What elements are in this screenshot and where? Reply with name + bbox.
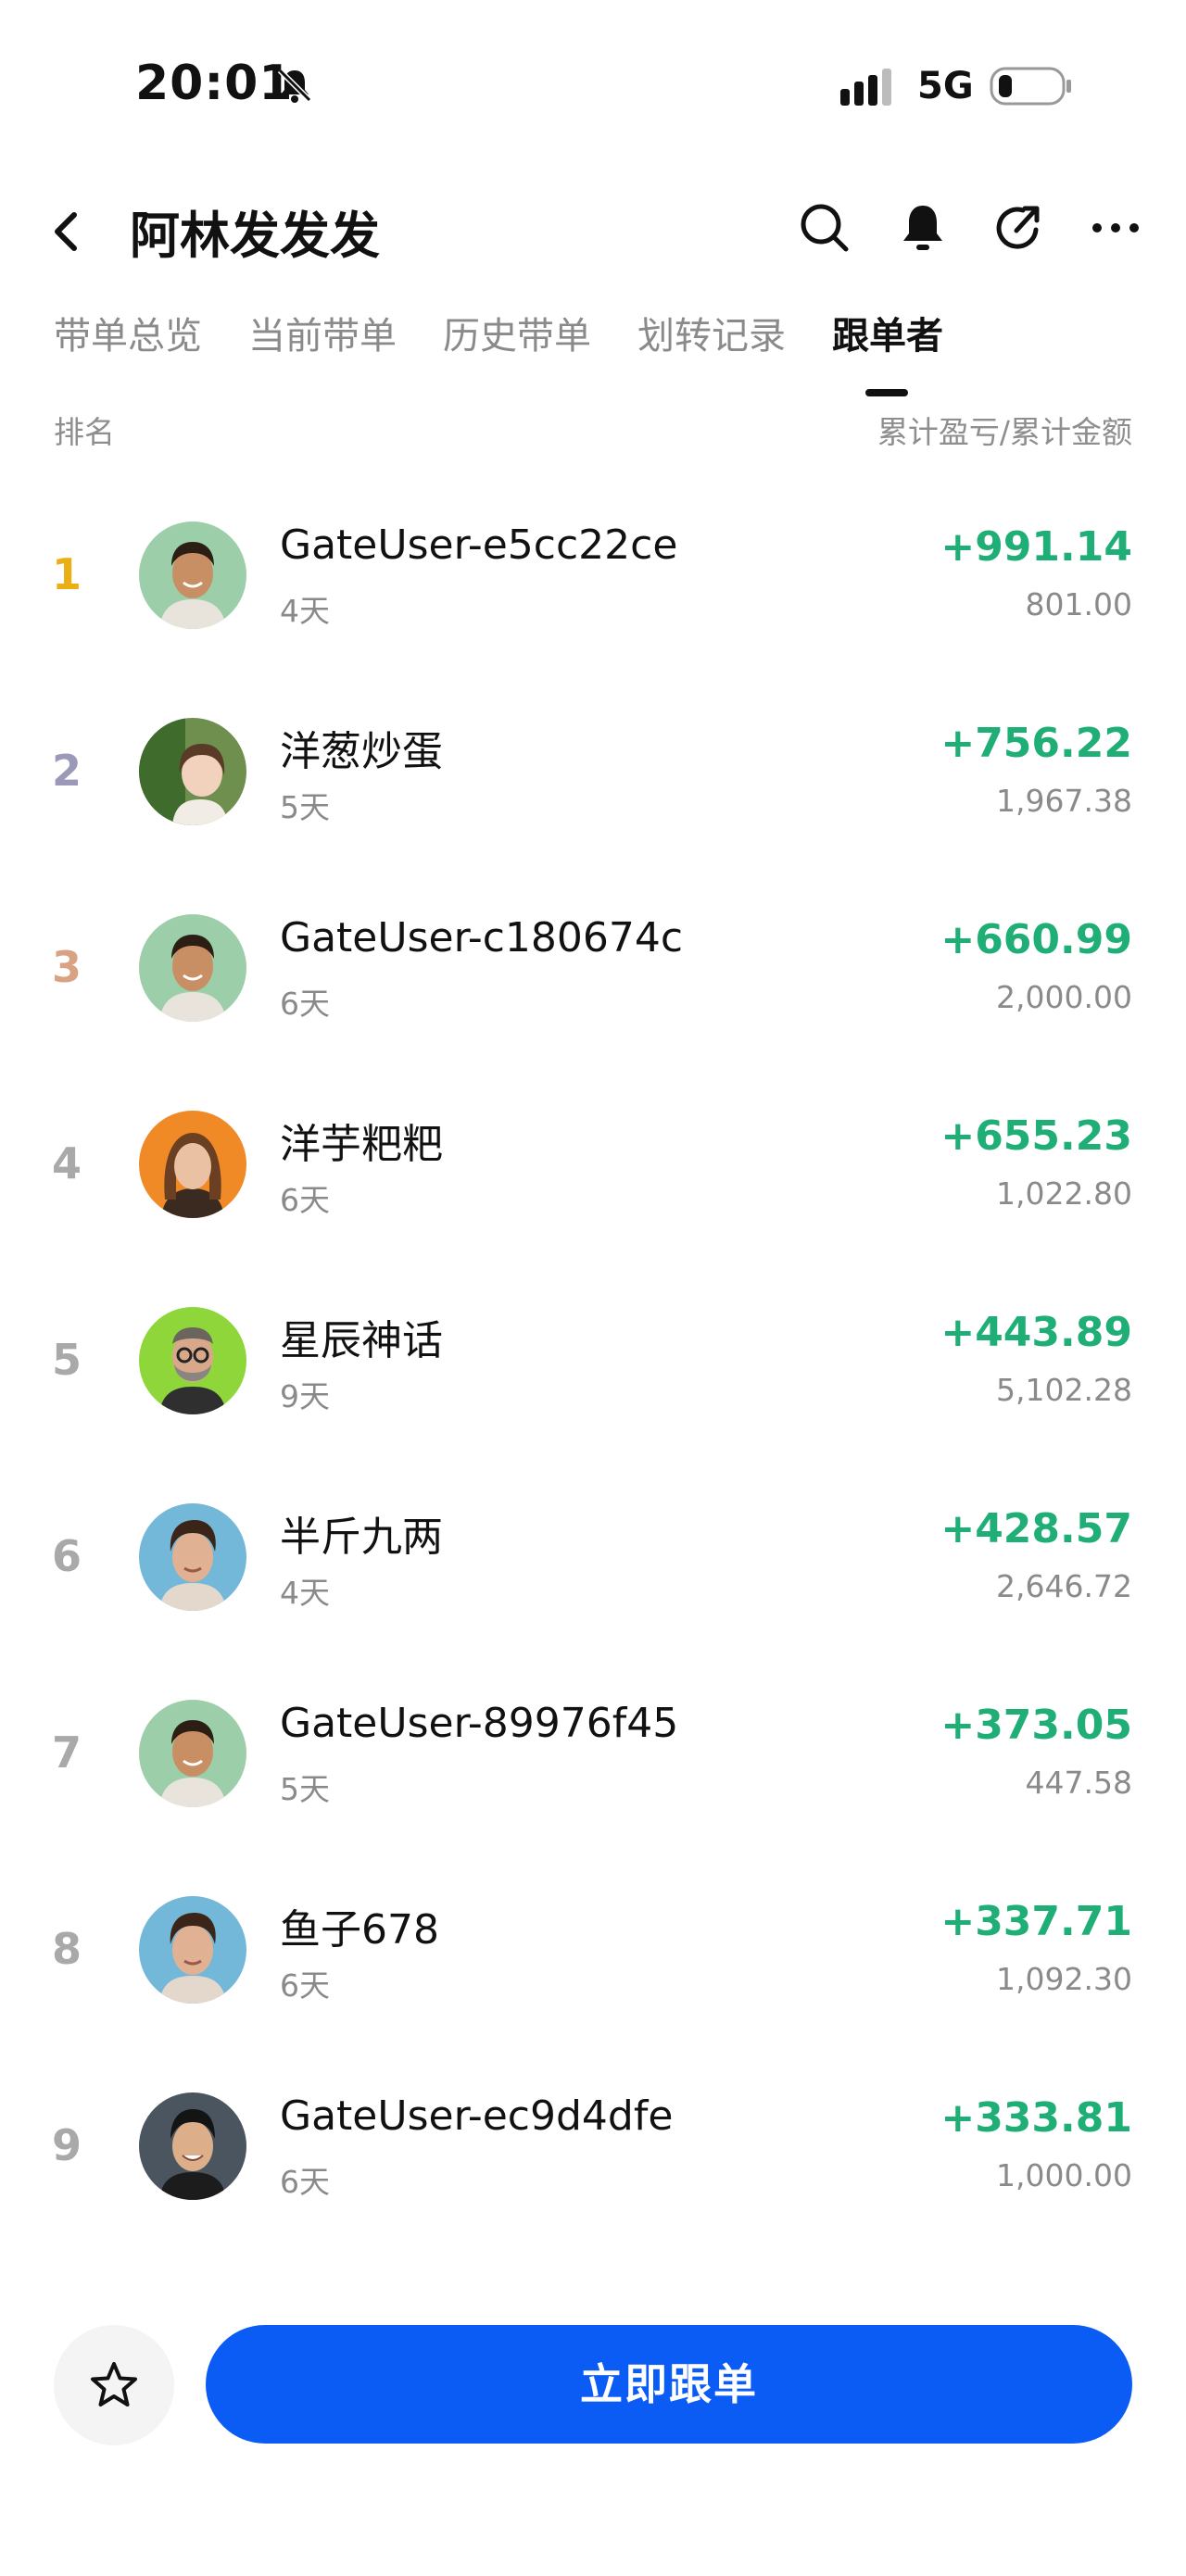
follow-days: 6天 <box>280 986 330 1022</box>
tab-bar: 带单总览 当前带单 历史带单 划转记录 跟单者 <box>0 306 1186 398</box>
bottom-action-bar: 立即跟单 <box>0 2306 1186 2455</box>
cumulative-pnl: +655.23 <box>940 1112 1132 1160</box>
rank-number: 1 <box>52 549 82 599</box>
header: 阿林发发发 <box>0 176 1186 315</box>
avatar <box>139 1700 246 1807</box>
cumulative-amount: 1,000.00 <box>996 2157 1132 2193</box>
user-name: 洋葱炒蛋 <box>280 728 443 775</box>
cumulative-amount: 801.00 <box>1025 586 1132 622</box>
follow-days: 4天 <box>280 593 330 629</box>
tab-overview[interactable]: 带单总览 <box>54 306 202 359</box>
rank-number: 6 <box>52 1531 82 1581</box>
rank-number: 3 <box>52 942 82 992</box>
cumulative-amount: 1,967.38 <box>996 783 1132 819</box>
follow-now-button[interactable]: 立即跟单 <box>206 2325 1132 2444</box>
favorite-button[interactable] <box>54 2325 174 2445</box>
cumulative-amount: 5,102.28 <box>996 1372 1132 1408</box>
list-item[interactable]: 1 GateUser-e5cc22ce 4天 +991.14 801.00 <box>0 475 1186 672</box>
avatar <box>139 1896 246 2004</box>
avatar <box>139 718 246 825</box>
cumulative-amount: 1,022.80 <box>996 1175 1132 1212</box>
list-header: 排名 累计盈亏/累计金额 <box>0 408 1186 454</box>
follower-list: 1 GateUser-e5cc22ce 4天 +991.14 801.00 2 <box>0 475 1186 2243</box>
rank-number: 7 <box>52 1728 82 1778</box>
tab-history[interactable]: 历史带单 <box>443 306 591 359</box>
user-name: GateUser-ec9d4dfe <box>280 2092 674 2140</box>
tab-transfer[interactable]: 划转记录 <box>637 306 786 359</box>
pnl-column-label: 累计盈亏/累计金额 <box>877 414 1132 450</box>
star-icon <box>91 2362 137 2406</box>
status-bar: 20:01 5G <box>0 0 1186 176</box>
tab-indicator <box>865 389 908 396</box>
rank-number: 4 <box>52 1138 82 1188</box>
rank-column-label: 排名 <box>54 414 115 450</box>
list-item[interactable]: 2 洋葱炒蛋 5天 +756.22 1,967.38 <box>0 672 1186 868</box>
cumulative-amount: 447.58 <box>1025 1765 1132 1801</box>
cumulative-pnl: +991.14 <box>940 523 1132 571</box>
user-name: GateUser-89976f45 <box>280 1700 679 1747</box>
network-label: 5G <box>917 65 974 107</box>
rank-number: 9 <box>52 2120 82 2170</box>
cumulative-pnl: +337.71 <box>940 1898 1132 1945</box>
follow-days: 5天 <box>280 789 330 825</box>
mute-icon <box>274 65 315 106</box>
cumulative-pnl: +428.57 <box>940 1505 1132 1552</box>
avatar <box>139 2092 246 2200</box>
tab-followers[interactable]: 跟单者 <box>832 306 943 359</box>
follow-days: 6天 <box>280 2164 330 2200</box>
follow-days: 5天 <box>280 1771 330 1807</box>
list-item[interactable]: 9 GateUser-ec9d4dfe 6天 +333.81 1,000.00 <box>0 2046 1186 2243</box>
list-item[interactable]: 8 鱼子678 6天 +337.71 1,092.30 <box>0 1850 1186 2046</box>
cumulative-pnl: +443.89 <box>940 1309 1132 1356</box>
cumulative-pnl: +333.81 <box>940 2094 1132 2142</box>
tab-current[interactable]: 当前带单 <box>248 306 397 359</box>
user-name: 鱼子678 <box>280 1906 439 1954</box>
rank-number: 2 <box>52 746 82 796</box>
rank-number: 5 <box>52 1335 82 1385</box>
list-item[interactable]: 6 半斤九两 4天 +428.57 2,646.72 <box>0 1457 1186 1653</box>
more-icon[interactable] <box>1086 198 1145 258</box>
user-name: 星辰神话 <box>280 1317 443 1364</box>
follow-days: 9天 <box>280 1378 330 1414</box>
avatar <box>139 1503 246 1611</box>
user-name: GateUser-e5cc22ce <box>280 521 678 569</box>
list-item[interactable]: 5 星辰神话 9天 +443.89 5,102.28 <box>0 1261 1186 1457</box>
search-icon[interactable] <box>795 198 854 258</box>
list-item[interactable]: 7 GateUser-89976f45 5天 +373.05 447.58 <box>0 1653 1186 1850</box>
user-name: 洋芋粑粑 <box>280 1121 443 1168</box>
cumulative-pnl: +373.05 <box>940 1702 1132 1749</box>
avatar <box>139 1307 246 1414</box>
follow-days: 4天 <box>280 1575 330 1611</box>
back-icon[interactable] <box>44 204 91 259</box>
follow-days: 6天 <box>280 1967 330 2004</box>
avatar <box>139 521 246 629</box>
cumulative-amount: 1,092.30 <box>996 1961 1132 1997</box>
follow-days: 6天 <box>280 1182 330 1218</box>
share-icon[interactable] <box>990 198 1049 258</box>
bell-icon[interactable] <box>893 198 953 258</box>
avatar <box>139 914 246 1022</box>
rank-number: 8 <box>52 1924 82 1974</box>
signal-icon <box>839 69 900 107</box>
user-name: GateUser-c180674c <box>280 914 684 961</box>
user-name: 半斤九两 <box>280 1514 443 1561</box>
cumulative-pnl: +660.99 <box>940 916 1132 963</box>
page-title: 阿林发发发 <box>130 207 380 265</box>
cumulative-pnl: +756.22 <box>940 720 1132 767</box>
list-item[interactable]: 3 GateUser-c180674c 6天 +660.99 2,000.00 <box>0 868 1186 1064</box>
battery-icon <box>990 65 1073 107</box>
status-time: 20:01 <box>135 56 294 111</box>
cumulative-amount: 2,000.00 <box>996 979 1132 1015</box>
avatar <box>139 1111 246 1218</box>
list-item[interactable]: 4 洋芋粑粑 6天 +655.23 1,022.80 <box>0 1064 1186 1261</box>
cumulative-amount: 2,646.72 <box>996 1568 1132 1604</box>
